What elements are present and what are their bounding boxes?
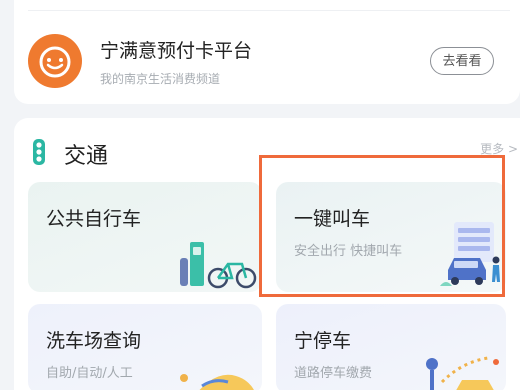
smile-logo-icon	[28, 34, 82, 88]
tile-public-bicycle[interactable]: 公共自行车	[28, 182, 262, 292]
tile-subtitle: 道路停车缴费	[294, 366, 373, 381]
tile-subtitle: 自助/自动/人工	[46, 366, 133, 381]
service-card[interactable]: 宁满意预付卡平台 我的南京生活消费频道 去看看	[14, 0, 520, 104]
tile-subtitle: 安全出行 快捷叫车	[294, 244, 403, 259]
card-title: 宁满意预付卡平台	[100, 40, 253, 62]
tile-car-wash-search[interactable]: 洗车场查询 自助/自动/人工	[28, 304, 262, 390]
section-title: 交通	[64, 144, 109, 169]
tile-title: 公共自行车	[46, 208, 142, 230]
traffic-light-icon	[30, 138, 48, 166]
car-wash-illustration-icon	[176, 368, 260, 390]
tile-title: 宁停车	[294, 330, 352, 352]
tile-one-click-taxi[interactable]: 一键叫车 安全出行 快捷叫车	[276, 182, 506, 292]
tile-title: 洗车场查询	[46, 330, 142, 352]
card-subtitle: 我的南京生活消费频道	[100, 72, 221, 86]
go-see-button[interactable]: 去看看	[430, 47, 494, 75]
bicycle-illustration-icon	[176, 238, 260, 292]
taxi-illustration-icon	[440, 220, 504, 292]
more-link[interactable]: 更多 >	[480, 140, 518, 157]
transport-section: 交通 更多 > 公共自行车 一键叫车 安全出行 快捷叫车 洗车场查询 自助/自动…	[14, 118, 520, 390]
parking-illustration-icon	[418, 352, 504, 390]
tile-ning-parking[interactable]: 宁停车 道路停车缴费	[276, 304, 506, 390]
tile-title: 一键叫车	[294, 208, 371, 230]
